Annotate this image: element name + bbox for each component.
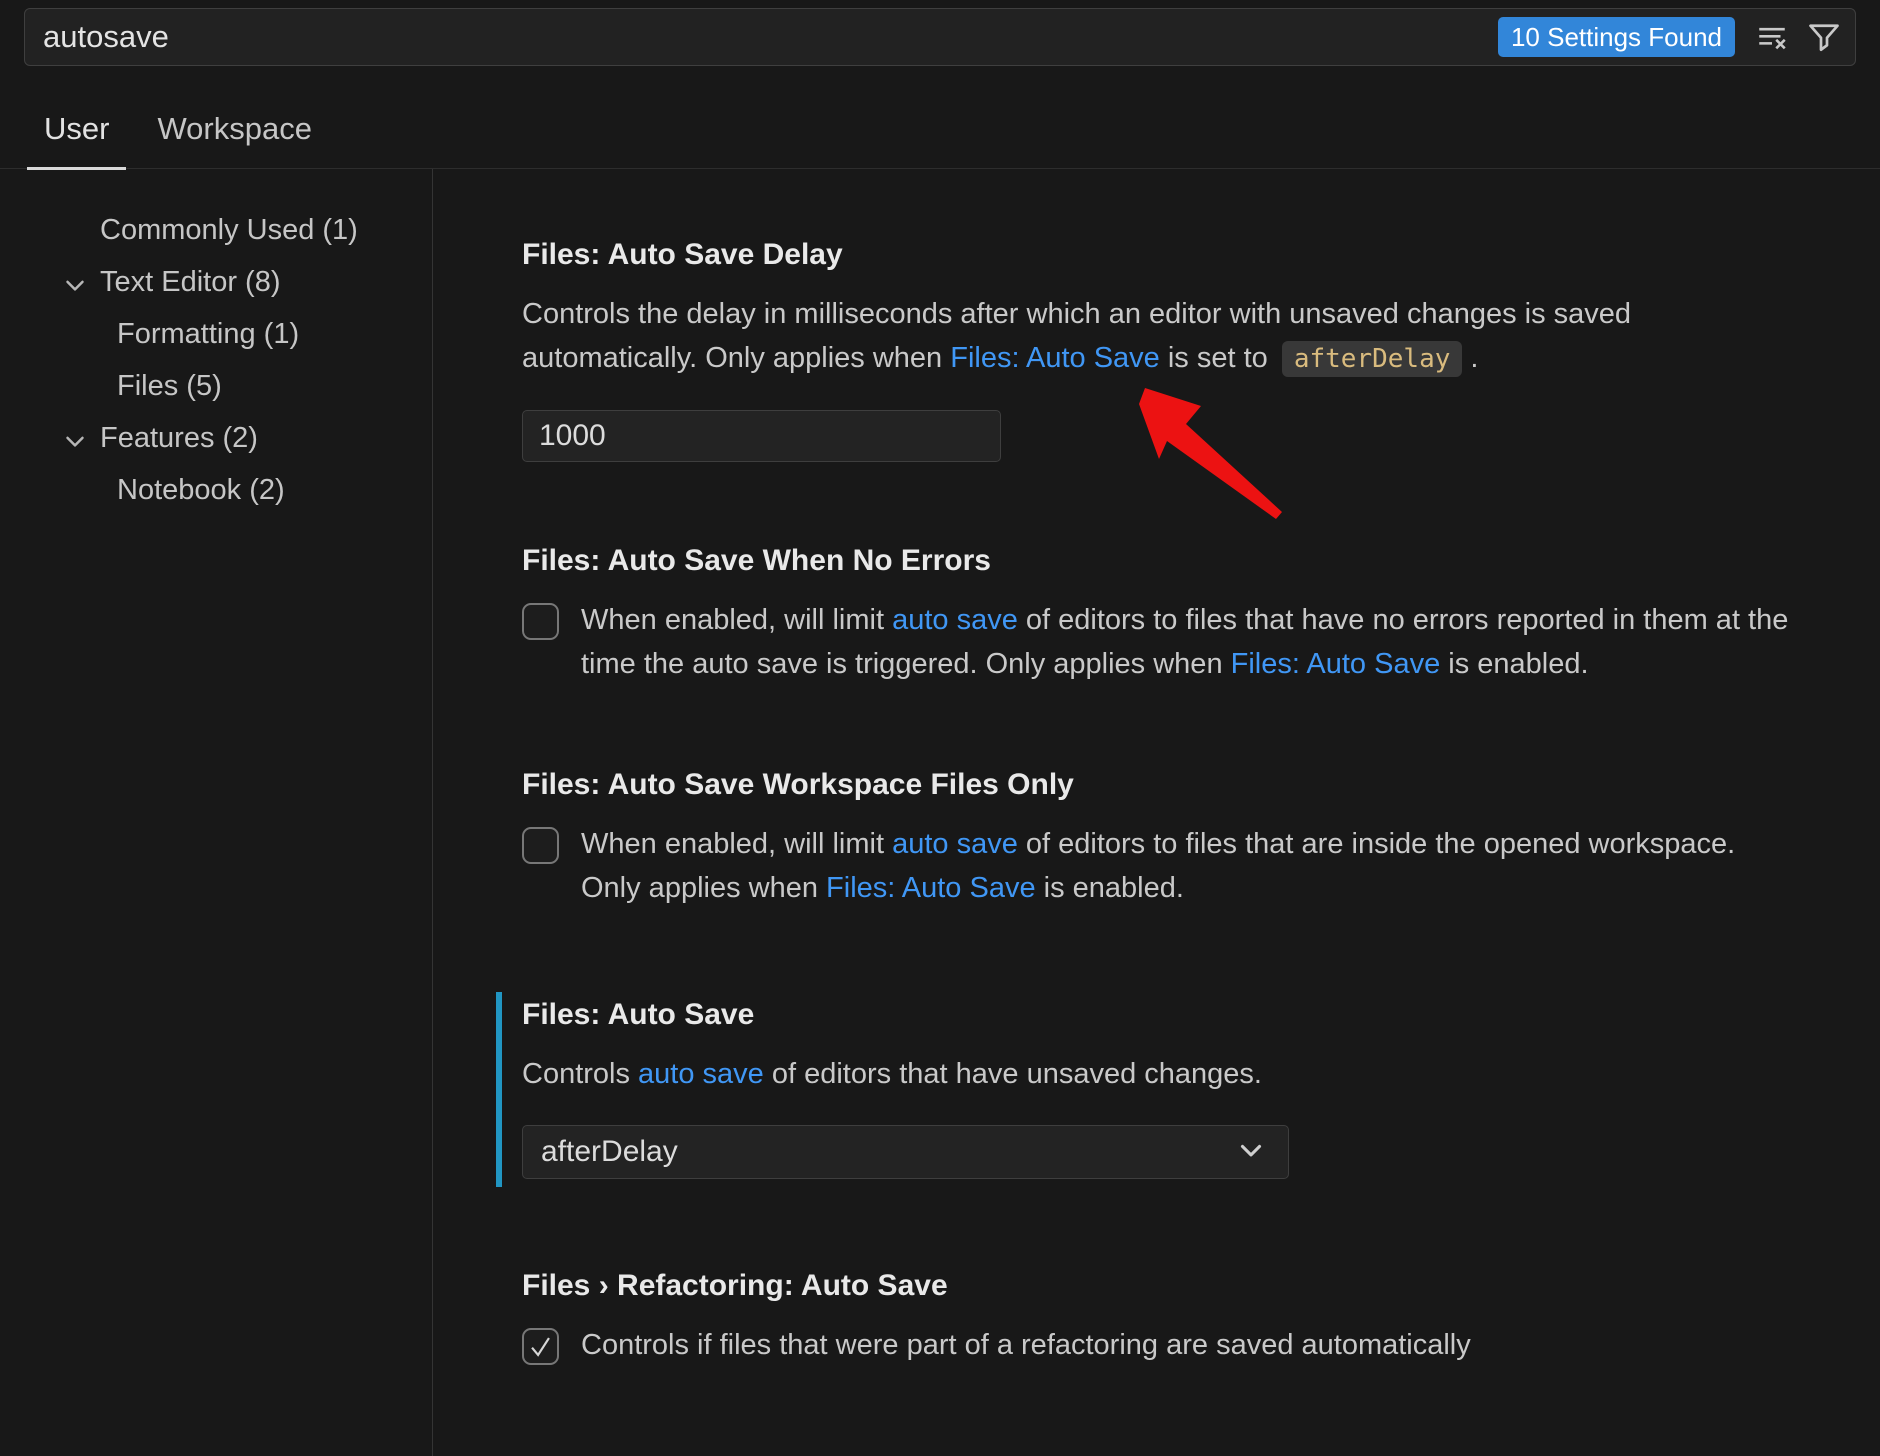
description-text: Controls if files that were part of a re… bbox=[581, 1329, 1471, 1361]
settings-count-badge: 10 Settings Found bbox=[1498, 17, 1735, 57]
sidebar-item-label: Features (2) bbox=[100, 422, 258, 455]
sidebar-item-label: Text Editor (8) bbox=[100, 266, 281, 299]
chevron-down-icon[interactable] bbox=[60, 426, 90, 464]
filter-icon[interactable] bbox=[1803, 16, 1845, 58]
setting-files-refactoring-auto-save: Files › Refactoring: Auto Save Controls i… bbox=[522, 1269, 1802, 1367]
description-text: is enabled. bbox=[1440, 648, 1588, 680]
sidebar-item-label: Formatting (1) bbox=[117, 318, 299, 351]
sidebar-item-formatting[interactable]: Formatting (1) bbox=[0, 308, 432, 360]
setting-title: Files: Auto Save Delay bbox=[522, 238, 1802, 272]
chevron-down-icon bbox=[1234, 1133, 1268, 1172]
setting-title: Files: Auto Save bbox=[522, 998, 1802, 1032]
setting-title: Files: Auto Save When No Errors bbox=[522, 544, 1802, 578]
clear-search-results-icon[interactable] bbox=[1751, 16, 1793, 58]
sidebar-item-commonly-used[interactable]: Commonly Used (1) bbox=[0, 204, 432, 256]
sidebar-item-label: Notebook (2) bbox=[117, 474, 285, 507]
code-value: afterDelay bbox=[1282, 341, 1463, 377]
description-text: . bbox=[1470, 342, 1478, 374]
setting-files-auto-save-workspace-files-only: Files: Auto Save Workspace Files Only Whe… bbox=[522, 768, 1802, 910]
description-text: of editors that have unsaved changes. bbox=[764, 1058, 1262, 1090]
setting-number-input[interactable] bbox=[522, 410, 1001, 462]
dropdown-selected-value: afterDelay bbox=[541, 1135, 678, 1169]
setting-files-auto-save-when-no-errors: Files: Auto Save When No Errors When enab… bbox=[522, 544, 1802, 686]
description-text: When enabled, will limit bbox=[581, 604, 892, 636]
sidebar-item-text-editor[interactable]: Text Editor (8) bbox=[0, 256, 432, 308]
settings-tree-sidebar: Commonly Used (1) Text Editor (8) Formatti… bbox=[0, 169, 433, 1456]
checkbox-checked[interactable] bbox=[522, 1328, 559, 1365]
setting-files-auto-save: Files: Auto Save Controls auto save of ed… bbox=[496, 992, 1802, 1187]
setting-link[interactable]: auto save bbox=[638, 1058, 764, 1090]
checkbox-unchecked[interactable] bbox=[522, 827, 559, 864]
sidebar-item-features[interactable]: Features (2) bbox=[0, 412, 432, 464]
setting-link[interactable]: auto save bbox=[892, 828, 1018, 860]
search-input[interactable] bbox=[25, 9, 1498, 65]
tab-user[interactable]: User bbox=[27, 111, 126, 170]
checkbox-unchecked[interactable] bbox=[522, 603, 559, 640]
chevron-down-icon[interactable] bbox=[60, 270, 90, 308]
description-text: Controls bbox=[522, 1058, 638, 1090]
setting-link[interactable]: Files: Auto Save bbox=[1231, 648, 1441, 680]
sidebar-item-notebook[interactable]: Notebook (2) bbox=[0, 464, 432, 516]
description-text: is set to bbox=[1160, 342, 1276, 374]
setting-description: Controls the delay in milliseconds after… bbox=[522, 292, 1780, 381]
settings-list: Files: Auto Save Delay Controls the delay… bbox=[434, 169, 1880, 1456]
setting-description: When enabled, will limit auto save of ed… bbox=[581, 822, 1789, 910]
setting-description: When enabled, will limit auto save of ed… bbox=[581, 598, 1789, 686]
description-text: is enabled. bbox=[1036, 872, 1184, 904]
setting-description: Controls auto save of editors that have … bbox=[522, 1052, 1780, 1096]
setting-link[interactable]: Files: Auto Save bbox=[950, 342, 1160, 374]
tab-workspace[interactable]: Workspace bbox=[140, 111, 329, 170]
setting-title: Files › Refactoring: Auto Save bbox=[522, 1269, 1802, 1303]
settings-search-bar: 10 Settings Found bbox=[24, 8, 1856, 66]
settings-scope-tabs: User Workspace bbox=[0, 92, 1880, 169]
sidebar-item-label: Files (5) bbox=[117, 370, 222, 403]
setting-files-auto-save-delay: Files: Auto Save Delay Controls the delay… bbox=[522, 238, 1802, 462]
setting-link[interactable]: auto save bbox=[892, 604, 1018, 636]
setting-description: Controls if files that were part of a re… bbox=[581, 1323, 1471, 1367]
setting-dropdown[interactable]: afterDelay bbox=[522, 1125, 1289, 1179]
description-text: When enabled, will limit bbox=[581, 828, 892, 860]
sidebar-item-label: Commonly Used (1) bbox=[100, 214, 358, 247]
setting-title: Files: Auto Save Workspace Files Only bbox=[522, 768, 1802, 802]
sidebar-item-files[interactable]: Files (5) bbox=[0, 360, 432, 412]
setting-link[interactable]: Files: Auto Save bbox=[826, 872, 1036, 904]
